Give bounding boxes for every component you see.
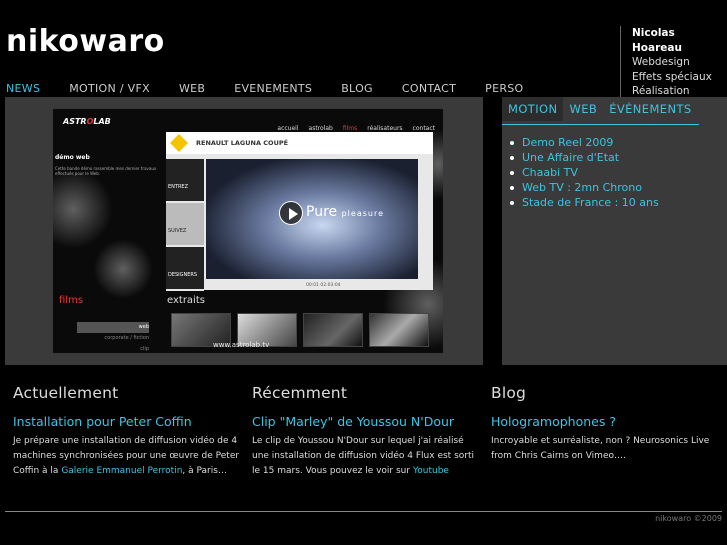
tab-underline bbox=[502, 124, 699, 125]
renault-side-buttons: ENTREZ SUIVEZ DESIGNERS bbox=[166, 159, 204, 291]
astrolab-nav-item: films bbox=[342, 125, 358, 132]
tab-motion[interactable]: MOTION bbox=[502, 97, 564, 121]
showcase-screenshot[interactable]: ASTROLAB accueil astrolab films réalisat… bbox=[53, 109, 443, 353]
column-heading: Récemment bbox=[252, 384, 348, 402]
astrolab-nav-item: accueil bbox=[277, 125, 299, 132]
films-list-item: clip bbox=[140, 346, 149, 352]
news-column-actuellement: Actuellement Installation pour Peter Cof… bbox=[13, 384, 243, 479]
video-caption-sub: pleasure bbox=[341, 209, 384, 218]
nav-news[interactable]: NEWS bbox=[6, 82, 40, 96]
video-caption-text: Pure bbox=[306, 204, 338, 220]
extraits-label: extraits bbox=[167, 295, 205, 306]
projects-list: Demo Reel 2009 Une Affaire d'Etat Chaabi… bbox=[510, 135, 659, 210]
column-heading: Blog bbox=[491, 384, 527, 402]
article-text: Je prépare une installation de diffusion… bbox=[13, 434, 243, 479]
designers-button: DESIGNERS bbox=[166, 247, 204, 291]
astrolab-nav-item: réalisateurs bbox=[367, 125, 403, 132]
astrolab-url: www.astrolab.tv bbox=[213, 341, 270, 349]
nav-contact[interactable]: CONTACT bbox=[402, 82, 456, 96]
article-title-link[interactable]: Clip "Marley" de Youssou N'Dour bbox=[252, 414, 482, 429]
galerie-link[interactable]: Galerie Emmanuel Perrotin bbox=[61, 466, 182, 476]
profile-role: Effets spéciaux bbox=[632, 70, 712, 83]
profile-role: Webdesign bbox=[632, 56, 690, 68]
copyright: nikowaro ©2009 bbox=[655, 514, 722, 523]
video-frame: Pure pleasure bbox=[206, 159, 418, 279]
astrolab-nav: accueil astrolab films réalisateurs cont… bbox=[277, 125, 435, 132]
astrolab-nav-item: contact bbox=[412, 125, 435, 132]
project-link[interactable]: Demo Reel 2009 bbox=[510, 135, 659, 150]
renault-header: RENAULT LAGUNA COUPÉ bbox=[166, 132, 433, 154]
video-timecode: 00:01 02:03:04 bbox=[306, 283, 341, 288]
astrolab-nav-item: astrolab bbox=[308, 125, 333, 132]
tab-web[interactable]: WEB bbox=[563, 97, 603, 121]
footer-divider bbox=[5, 511, 722, 512]
project-link[interactable]: Stade de France : 10 ans bbox=[510, 195, 659, 210]
tab-evenements[interactable]: ÉVÉNEMENTS bbox=[603, 97, 697, 121]
nav-evenements[interactable]: EVENEMENTS bbox=[234, 82, 312, 96]
column-heading: Actuellement bbox=[13, 384, 119, 402]
demo-text: Cette bande démo rassemble mes dernier t… bbox=[55, 166, 157, 176]
demo-title: démo web bbox=[55, 154, 90, 161]
bokeh-decoration bbox=[93, 239, 153, 299]
youtube-link[interactable]: Youtube bbox=[413, 466, 449, 476]
article-title-link[interactable]: Hologramophones ? bbox=[491, 414, 721, 429]
article-text: Le clip de Youssou N'Dour sur lequel j'a… bbox=[252, 434, 482, 479]
article-text: Incroyable et surréaliste, non ? Neuroso… bbox=[491, 436, 710, 461]
films-list-item: corporate / fiction bbox=[104, 335, 149, 341]
article-title-link[interactable]: Installation pour Peter Coffin bbox=[13, 414, 243, 429]
films-label: films bbox=[59, 295, 84, 306]
suivez-button: SUIVEZ bbox=[166, 203, 204, 247]
extraits-thumbnails bbox=[171, 313, 429, 347]
project-link[interactable]: Chaabi TV bbox=[510, 165, 659, 180]
films-list: web corporate / fiction clip bbox=[77, 322, 149, 353]
news-column-blog: Blog Hologramophones ? Incroyable et sur… bbox=[491, 384, 721, 464]
thumbnail-image bbox=[303, 313, 363, 347]
nav-web[interactable]: WEB bbox=[179, 82, 205, 96]
nav-perso[interactable]: PERSO bbox=[485, 82, 523, 96]
projects-tabs: MOTION WEB ÉVÉNEMENTS bbox=[502, 97, 727, 121]
astrolab-logo: ASTROLAB bbox=[63, 117, 111, 126]
project-link[interactable]: Une Affaire d'Etat bbox=[510, 150, 659, 165]
renault-panel: RENAULT LAGUNA COUPÉ ENTREZ SUIVEZ DESIG… bbox=[166, 132, 433, 291]
projects-panel: MOTION WEB ÉVÉNEMENTS Demo Reel 2009 Une… bbox=[502, 97, 727, 365]
showcase-panel[interactable]: ASTROLAB accueil astrolab films réalisat… bbox=[5, 97, 483, 365]
profile-name: Nicolas Hoareau bbox=[632, 27, 682, 54]
bokeh-decoration bbox=[53, 169, 113, 249]
films-list-item: web bbox=[77, 322, 149, 333]
site-logo[interactable]: nikowaro bbox=[6, 24, 165, 59]
news-column-recemment: Récemment Clip "Marley" de Youssou N'Dou… bbox=[252, 384, 482, 479]
thumbnail-image bbox=[369, 313, 429, 347]
entrez-button: ENTREZ bbox=[166, 159, 204, 203]
project-link[interactable]: Web TV : 2mn Chrono bbox=[510, 180, 659, 195]
play-icon bbox=[279, 201, 303, 225]
nav-blog[interactable]: BLOG bbox=[341, 82, 373, 96]
astrolab-logo-part: LAB bbox=[93, 117, 111, 126]
profile-block: Nicolas Hoareau Webdesign Effets spéciau… bbox=[620, 26, 727, 99]
video-caption: Pure pleasure bbox=[306, 204, 384, 220]
astrolab-logo-part: ASTR bbox=[63, 117, 87, 126]
main-nav: NEWS MOTION / VFX WEB EVENEMENTS BLOG CO… bbox=[6, 82, 553, 96]
renault-title: RENAULT LAGUNA COUPÉ bbox=[196, 139, 289, 147]
renault-logo-icon bbox=[170, 134, 188, 152]
nav-motion-vfx[interactable]: MOTION / VFX bbox=[69, 82, 150, 96]
article-text-part: , à Paris… bbox=[182, 466, 227, 476]
